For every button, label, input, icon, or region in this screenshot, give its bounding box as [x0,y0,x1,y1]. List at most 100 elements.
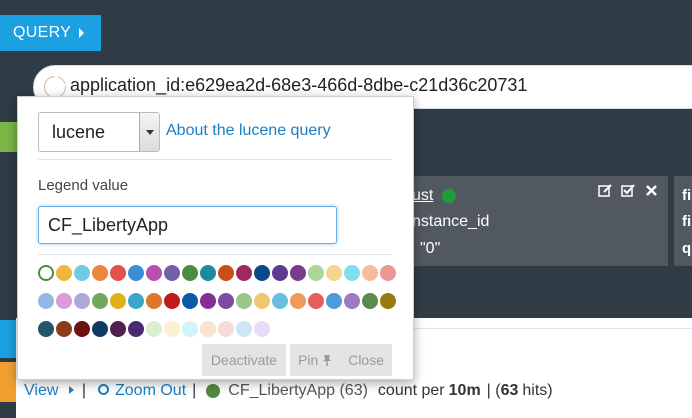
color-swatch[interactable] [236,265,252,281]
color-palette [38,265,396,349]
color-swatch[interactable] [290,265,306,281]
color-swatch[interactable] [146,293,162,309]
color-swatch[interactable] [164,321,180,337]
zoom-out-button[interactable]: Zoom Out [98,382,186,400]
color-swatch[interactable] [344,293,360,309]
color-swatch[interactable] [74,265,90,281]
color-swatch[interactable] [326,265,342,281]
divider [38,254,392,255]
color-swatch[interactable] [56,321,72,337]
interval-value: 10m [448,382,481,399]
color-swatch[interactable] [110,265,126,281]
color-swatch[interactable] [254,321,270,337]
count-per-label: count per [377,382,445,399]
side-tab-blue[interactable] [0,320,16,358]
color-swatch[interactable] [92,293,108,309]
color-swatch[interactable] [362,265,378,281]
color-swatch[interactable] [182,321,198,337]
deactivate-button[interactable]: Deactivate [202,344,286,376]
checkbox-icon[interactable] [620,182,637,199]
color-swatch[interactable] [380,293,396,309]
color-swatch[interactable] [146,265,162,281]
legend-value-input[interactable]: CF_LibertyApp [38,206,337,244]
color-swatch-none[interactable] [38,265,54,281]
separator: | [192,382,197,399]
divider [38,159,392,160]
color-swatch[interactable] [38,321,54,337]
color-swatch[interactable] [164,293,180,309]
search-icon [98,384,109,395]
query-type-select[interactable]: lucene [38,112,160,152]
swatch-row [38,265,396,282]
caret-right-icon [79,28,85,38]
color-swatch[interactable] [182,293,198,309]
dropdown-button[interactable] [139,113,159,151]
pin-button[interactable]: Pin [298,352,340,368]
color-swatch[interactable] [110,293,126,309]
color-swatch[interactable] [218,265,234,281]
query-input[interactable]: application_id:e629ea2d-68e3-466d-8dbe-c… [70,75,527,96]
color-swatch[interactable] [200,293,216,309]
color-swatch[interactable] [38,293,54,309]
color-swatch[interactable] [56,293,72,309]
query-tab[interactable]: QUERY [0,15,101,51]
separator: | [81,382,86,399]
color-swatch[interactable] [128,321,144,337]
color-swatch[interactable] [272,293,288,309]
color-swatch[interactable] [56,265,72,281]
legend-color-dot [206,383,221,398]
filter-panel: ust nstance_id "0" [412,176,668,266]
filter-panel-2: fi fi q [674,176,692,266]
edit-icon[interactable] [597,182,614,199]
color-swatch[interactable] [236,321,252,337]
color-swatch[interactable] [164,265,180,281]
color-swatch[interactable] [236,293,252,309]
color-swatch[interactable] [326,293,342,309]
close-icon[interactable] [643,182,660,199]
pin-icon [323,354,332,366]
close-button[interactable]: Close [348,352,384,368]
swatch-row [38,293,396,310]
color-swatch[interactable] [254,293,270,309]
query-settings-popover: lucene About the lucene query Legend val… [17,96,414,380]
color-swatch[interactable] [146,321,162,337]
pin-close-group: Pin Close [290,344,392,376]
popover-arrow [45,75,67,86]
query-tab-label: QUERY [13,24,72,41]
color-swatch[interactable] [308,265,324,281]
side-tab-green[interactable] [0,122,18,152]
color-swatch[interactable] [272,265,288,281]
color-swatch[interactable] [362,293,378,309]
color-swatch[interactable] [218,293,234,309]
about-query-link[interactable]: About the lucene query [166,122,331,140]
view-menu[interactable]: View [24,382,76,400]
histogram-legend-bar: View | Zoom Out | CF_LibertyApp (63) cou… [24,382,553,400]
color-swatch[interactable] [74,321,90,337]
side-tab-orange[interactable] [0,362,16,402]
color-swatch[interactable] [92,321,108,337]
legend-item[interactable]: CF_LibertyApp (63) [206,382,368,400]
color-swatch[interactable] [128,293,144,309]
color-swatch[interactable] [200,265,216,281]
filter-field[interactable]: ust [412,187,433,205]
panel2-line-2: fi [682,213,692,230]
color-swatch[interactable] [344,265,360,281]
legend-value-text: CF_LibertyApp [48,215,169,235]
color-swatch[interactable] [128,265,144,281]
hits-open: | ( [486,382,501,399]
color-swatch[interactable] [110,321,126,337]
color-swatch[interactable] [380,265,396,281]
color-swatch[interactable] [182,265,198,281]
color-swatch[interactable] [218,321,234,337]
color-swatch[interactable] [200,321,216,337]
color-swatch[interactable] [92,265,108,281]
color-swatch[interactable] [254,265,270,281]
hits-count: 63 [500,382,519,399]
hits-label: hits) [522,382,553,399]
swatch-row [38,321,388,338]
chevron-down-icon [145,129,154,135]
panel2-line-3: q [682,240,692,257]
color-swatch[interactable] [308,293,324,309]
color-swatch[interactable] [74,293,90,309]
color-swatch[interactable] [290,293,306,309]
